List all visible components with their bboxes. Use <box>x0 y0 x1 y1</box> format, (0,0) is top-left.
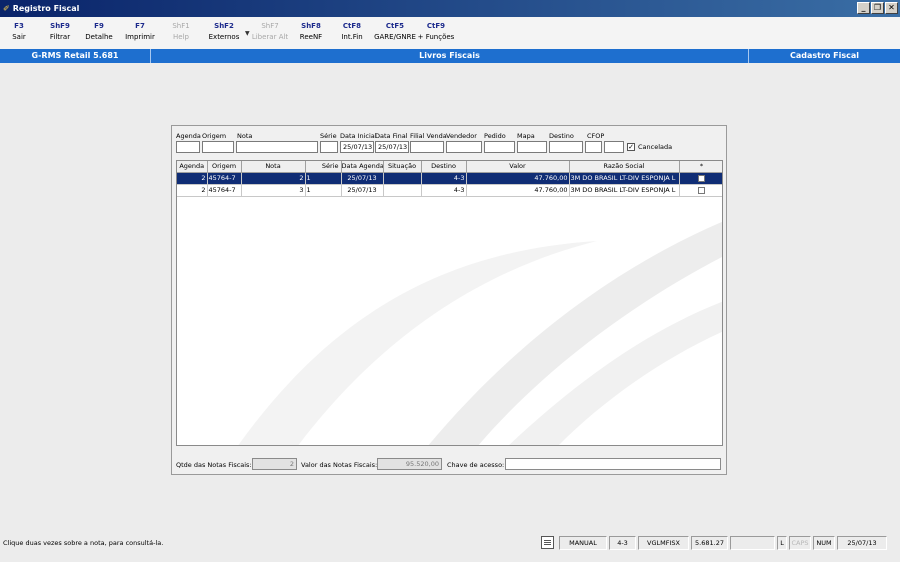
reenf-button[interactable]: ShF8 ReeNF <box>292 21 330 43</box>
function-key-toolbar: F3 Sair ShF9 Filtrar F9 Detalhe F7 Imprimir … <box>0 17 900 49</box>
maximize-button[interactable]: ❐ <box>871 2 884 14</box>
filtrar-button[interactable]: ShF9 Filtrar <box>41 21 79 43</box>
col-valor[interactable]: Valor <box>466 161 570 173</box>
window-controls: _ ❐ ✕ <box>857 2 898 14</box>
label-mapa: Mapa <box>517 132 535 140</box>
col-agenda[interactable]: Agenda <box>177 161 208 173</box>
label-data-final: Data Final <box>375 132 408 140</box>
data-final-input[interactable]: 25/07/13 <box>375 141 409 153</box>
cancelada-filter[interactable]: ✓ Cancelada <box>627 143 672 151</box>
label-destino: Destino <box>549 132 574 140</box>
label-data-inicial: Data Inicial <box>340 132 377 140</box>
watermark-logo <box>238 221 722 445</box>
detalhe-button[interactable]: F9 Detalhe <box>80 21 118 43</box>
status-num: NUM <box>813 536 835 550</box>
imprimir-button[interactable]: F7 Imprimir <box>121 21 159 43</box>
vendedor-input[interactable] <box>446 141 482 153</box>
totals-footer: Qtde das Notas Fiscais: 2 Valor das Nota… <box>172 456 726 472</box>
status-caps: CAPS <box>789 536 811 550</box>
filter-bar: Agenda Origem Nota Série Data Inicial Da… <box>172 126 726 160</box>
label-pedido: Pedido <box>484 132 506 140</box>
mais-funcoes-button[interactable]: CtF9 + Funções <box>416 21 456 43</box>
cfop-input-2[interactable] <box>604 141 624 153</box>
label-serie: Série <box>320 132 337 140</box>
col-data-agenda[interactable]: Data Agenda <box>341 161 384 173</box>
status-program: VGLMFISX <box>638 536 689 550</box>
help-button[interactable]: ShF1 Help <box>162 21 200 43</box>
col-razao-social[interactable]: Razão Social <box>569 161 680 173</box>
data-inicial-input[interactable]: 25/07/13 <box>340 141 374 153</box>
window-title: Registro Fiscal <box>12 4 80 13</box>
serie-input[interactable] <box>320 141 338 153</box>
status-message: Clique duas vezes sobre a nota, para con… <box>3 539 164 547</box>
col-serie[interactable]: Série <box>305 161 342 173</box>
filial-venda-input[interactable] <box>410 141 444 153</box>
status-mode: MANUAL <box>559 536 607 550</box>
destino-input[interactable] <box>549 141 583 153</box>
nota-input[interactable] <box>236 141 318 153</box>
label-agenda: Agenda <box>176 132 201 140</box>
liberar-alt-button[interactable]: ShF7 Liberar Alt <box>251 21 289 43</box>
col-nota[interactable]: Nota <box>241 161 306 173</box>
origem-input[interactable] <box>202 141 234 153</box>
row-select-checkbox[interactable] <box>698 174 705 182</box>
cfop-input-1[interactable] <box>585 141 602 153</box>
status-l: L <box>777 536 787 550</box>
agenda-input[interactable] <box>176 141 200 153</box>
close-button[interactable]: ✕ <box>885 2 898 14</box>
col-origem[interactable]: Origem <box>207 161 242 173</box>
cancelada-label: Cancelada <box>638 143 673 151</box>
valor-value: 95.520,00 <box>377 458 442 470</box>
row-select-checkbox[interactable] <box>698 186 705 194</box>
int-fin-button[interactable]: CtF8 Int.Fin <box>333 21 371 43</box>
mapa-input[interactable] <box>517 141 547 153</box>
qtde-label: Qtde das Notas Fiscais: <box>176 461 252 469</box>
table-row[interactable]: 2 45764-7 2 1 25/07/13 4-3 47.760,00 3M … <box>177 172 722 185</box>
chave-input[interactable] <box>505 458 721 470</box>
table-row[interactable]: 2 45764-7 3 1 25/07/13 4-3 47.760,00 3M … <box>177 184 722 197</box>
fiscal-records-panel: Agenda Origem Nota Série Data Inicial Da… <box>171 125 727 475</box>
status-version: 5.681.27 <box>691 536 728 550</box>
label-vendedor: Vendedor <box>446 132 477 140</box>
pedido-input[interactable] <box>484 141 515 153</box>
status-empty <box>730 536 775 550</box>
chave-label: Chave de acesso: <box>447 461 505 469</box>
app-icon: ✐ <box>3 4 10 13</box>
label-cfop: CFOP <box>587 132 605 140</box>
module-header-bar: G-RMS Retail 5.681 Livros Fiscais Cadast… <box>0 49 900 63</box>
col-destino[interactable]: Destino <box>421 161 467 173</box>
externos-button[interactable]: ShF2 Externos <box>205 21 243 43</box>
gare-gnre-button[interactable]: CtF5 GARE/GNRE <box>373 21 417 43</box>
minimize-button[interactable]: _ <box>857 2 870 14</box>
externos-dropdown-icon[interactable]: ▼ <box>245 30 250 37</box>
label-filial-venda: Filial Venda <box>410 132 447 140</box>
cancelada-checkbox[interactable]: ✓ <box>627 143 635 151</box>
status-branch: 4-3 <box>609 536 636 550</box>
module-title: Livros Fiscais <box>419 51 480 60</box>
status-date: 25/07/13 <box>837 536 887 550</box>
notes-grid[interactable]: Agenda Origem Nota Série Data Agenda Sit… <box>176 160 723 446</box>
notes-table: Agenda Origem Nota Série Data Agenda Sit… <box>177 161 722 197</box>
window-titlebar: ✐ Registro Fiscal _ ❐ ✕ <box>0 0 900 17</box>
label-nota: Nota <box>237 132 253 140</box>
screen-title: Cadastro Fiscal <box>789 51 860 60</box>
label-origem: Origem <box>202 132 227 140</box>
col-select[interactable]: * <box>679 161 722 173</box>
document-icon[interactable] <box>541 536 554 549</box>
valor-label: Valor das Notas Fiscais: <box>301 461 378 469</box>
col-situacao[interactable]: Situação <box>383 161 422 173</box>
status-bar: Clique duas vezes sobre a nota, para con… <box>0 535 900 551</box>
sair-button[interactable]: F3 Sair <box>0 21 38 43</box>
qtde-value: 2 <box>252 458 297 470</box>
grid-header-row: Agenda Origem Nota Série Data Agenda Sit… <box>177 161 722 173</box>
product-version: G-RMS Retail 5.681 <box>31 51 119 60</box>
